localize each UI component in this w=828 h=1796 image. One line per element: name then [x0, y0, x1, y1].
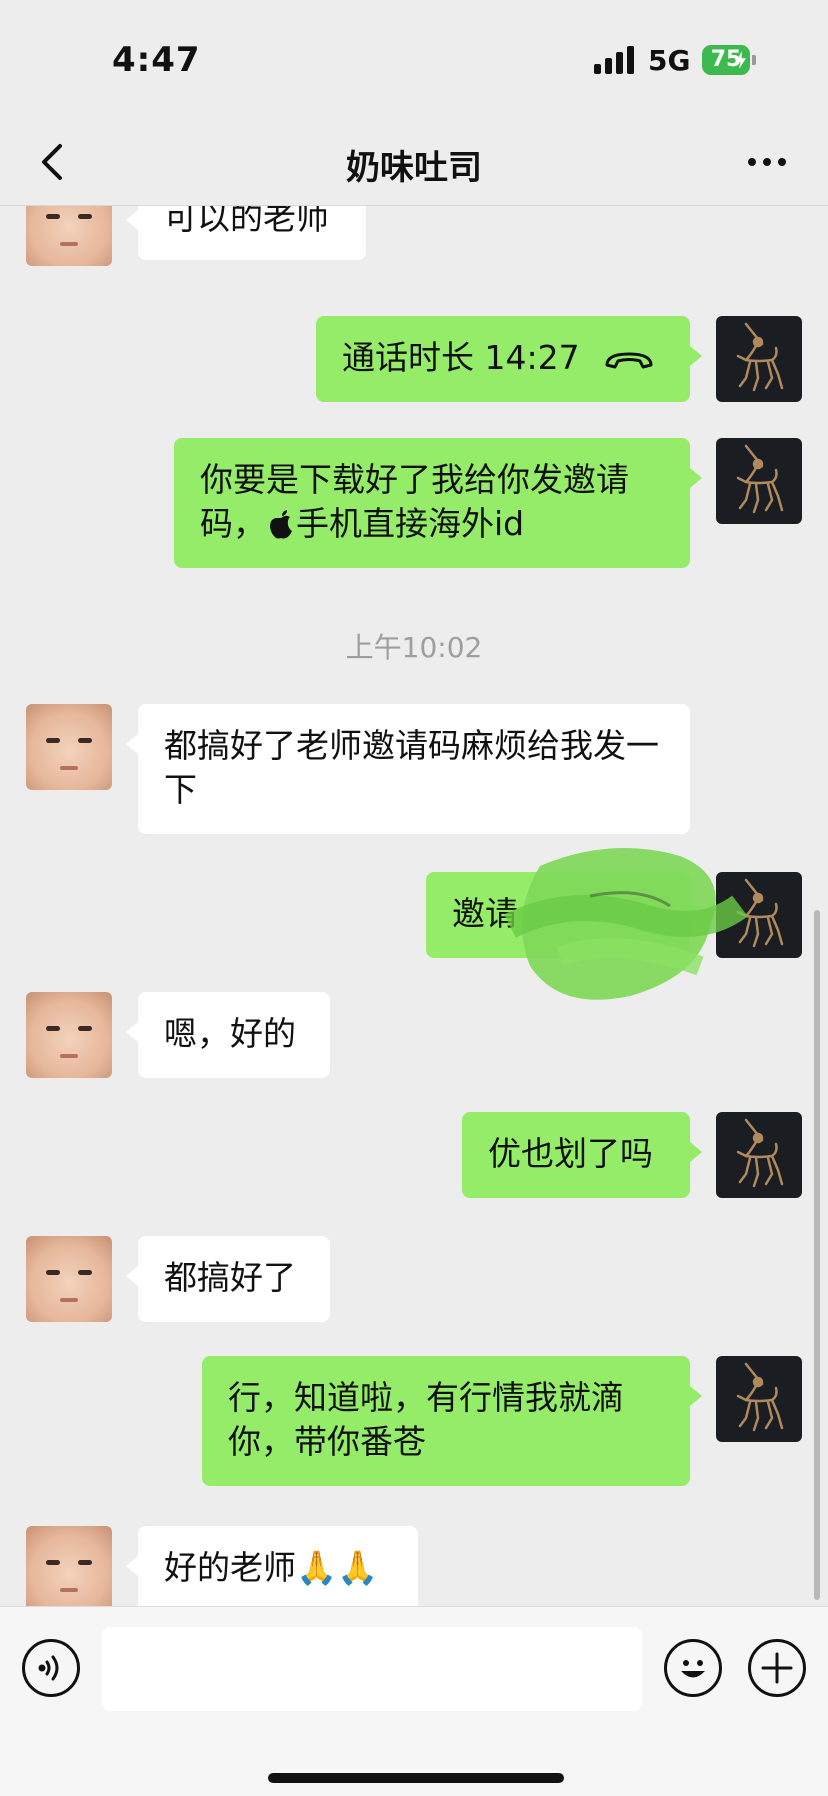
contact-avatar[interactable] — [26, 1526, 112, 1606]
message-row: 好的老师🙏🙏 — [0, 1520, 828, 1606]
message-bubble[interactable]: 都搞好了 — [126, 1236, 330, 1322]
home-indicator — [268, 1773, 564, 1783]
message-row: 邀请 — [0, 866, 828, 966]
chat-title: 奶味吐司 — [346, 148, 482, 188]
contact-avatar[interactable] — [26, 1236, 112, 1322]
battery-icon: 75 — [702, 45, 756, 75]
message-input[interactable] — [102, 1627, 642, 1711]
nav-bar: 奶味吐司 — [0, 120, 828, 206]
message-row: 优也划了吗 — [0, 1108, 828, 1208]
apple-icon — [270, 510, 292, 539]
scrollbar[interactable] — [814, 910, 820, 1600]
message-text: 手机直接海外id — [296, 504, 525, 543]
status-time: 4:47 — [112, 40, 201, 80]
battery-level: 75 — [710, 47, 742, 72]
user-avatar[interactable] — [716, 1112, 802, 1198]
message-bubble[interactable]: 嗯，好的 — [126, 992, 330, 1078]
message-row: 通话时长 14:27 — [0, 316, 828, 406]
more-icon[interactable] — [748, 158, 788, 168]
user-avatar[interactable] — [716, 872, 802, 958]
network-label: 5G — [648, 44, 691, 77]
handset-icon — [605, 352, 653, 368]
timestamp: 上午10:02 — [345, 631, 483, 664]
status-bar: 4:47 5G 75 — [0, 0, 828, 120]
message-bubble[interactable]: 优也划了吗 — [462, 1112, 702, 1198]
message-row: 嗯，好的 — [0, 986, 828, 1086]
user-avatar[interactable] — [716, 438, 802, 524]
message-bubble[interactable]: 好的老师🙏🙏 — [126, 1526, 418, 1606]
emoji-icon[interactable] — [664, 1639, 722, 1697]
signal-icon — [594, 46, 636, 74]
user-avatar[interactable] — [716, 316, 802, 402]
input-bar — [0, 1606, 828, 1796]
message-bubble[interactable]: 都搞好了老师邀请码麻烦给我发一下 — [126, 704, 690, 834]
message-row: 行，知道啦，有行情我就滴你，带你番苍 — [0, 1354, 828, 1494]
voice-icon[interactable] — [22, 1639, 80, 1697]
contact-avatar[interactable] — [26, 704, 112, 790]
user-avatar[interactable] — [716, 1356, 802, 1442]
message-row: 你要是下载好了我给你发邀请码， 手机直接海外id — [0, 438, 828, 578]
contact-avatar[interactable] — [26, 206, 112, 266]
message-bubble[interactable]: 行，知道啦，有行情我就滴你，带你番苍 — [202, 1356, 702, 1486]
contact-avatar[interactable] — [26, 992, 112, 1078]
plus-icon[interactable] — [748, 1639, 806, 1697]
message-row: 都搞好了老师邀请码麻烦给我发一下 — [0, 698, 828, 838]
message-row: 可以的老师 — [0, 206, 828, 290]
message-row: 都搞好了 — [0, 1230, 828, 1330]
call-duration: 通话时长 14:27 — [342, 338, 580, 377]
message-bubble[interactable]: 可以的老师 — [126, 206, 366, 260]
message-bubble[interactable]: 你要是下载好了我给你发邀请码， 手机直接海外id — [174, 438, 702, 568]
call-record-bubble[interactable]: 通话时长 14:27 — [316, 316, 702, 402]
message-bubble[interactable]: 邀请 — [426, 872, 702, 958]
chat-area[interactable]: 可以的老师 通话时长 14:27 你要是下载好了我给你发邀请码， 手机直接海外id… — [0, 206, 828, 1606]
